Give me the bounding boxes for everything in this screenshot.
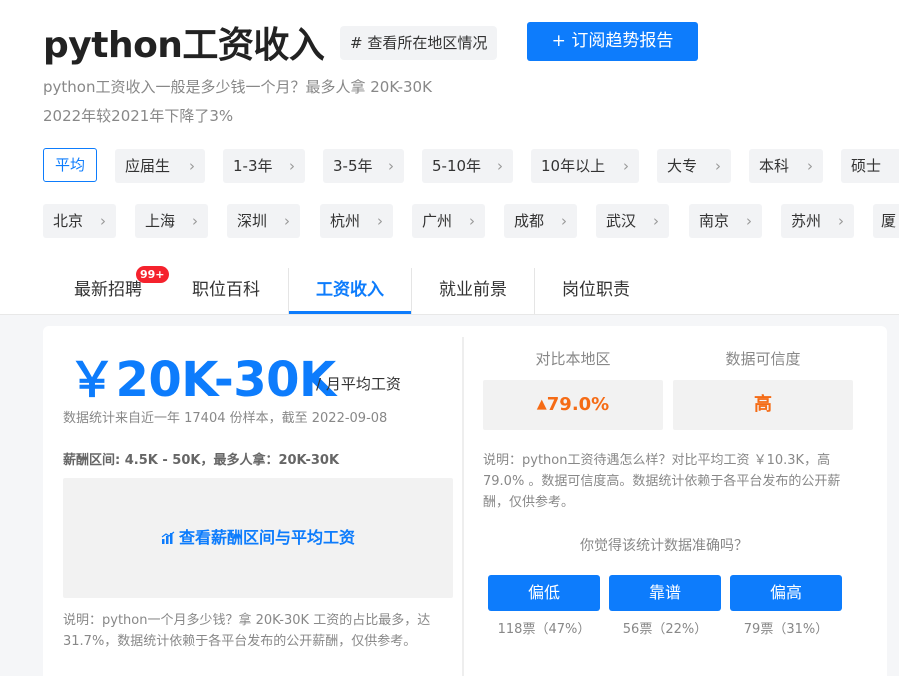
- filter-average[interactable]: 平均: [43, 148, 97, 182]
- city-suzhou[interactable]: 苏州 ›: [781, 204, 854, 238]
- view-salary-range-link[interactable]: 查看薪酬区间与平均工资: [63, 478, 453, 598]
- subscribe-report-button[interactable]: + 订阅趋势报告: [527, 22, 698, 61]
- city-wuhan[interactable]: 武汉 ›: [596, 204, 669, 238]
- filter-10-plus-years[interactable]: 10年以上 ›: [531, 149, 639, 183]
- chevron-right-icon: ›: [284, 212, 290, 230]
- chevron-right-icon: ›: [388, 157, 394, 175]
- city-hangzhou[interactable]: 杭州 ›: [320, 204, 393, 238]
- new-jobs-badge: 99+: [136, 266, 169, 283]
- city-chengdu[interactable]: 成都 ›: [504, 204, 577, 238]
- vote-accurate-count: 56票（22%）: [622, 622, 708, 637]
- city-beijing[interactable]: 北京 ›: [43, 204, 116, 238]
- salary-description: 说明：python一个月多少钱？拿 20K-30K 工资的占比最多，达 31.7…: [63, 613, 431, 649]
- filter-graduate[interactable]: 应届生 ›: [115, 149, 205, 183]
- sample-note: 数据统计来自近一年 17404 份样本，截至 2022-09-08: [63, 411, 388, 426]
- city-guangzhou[interactable]: 广州 ›: [412, 204, 485, 238]
- chevron-right-icon: ›: [497, 157, 503, 175]
- vote-high-count: 79票（31%）: [743, 622, 829, 637]
- tab-job-wiki[interactable]: 职位百科: [168, 266, 284, 314]
- chevron-right-icon: ›: [561, 212, 567, 230]
- up-arrow-icon: ▲: [536, 397, 547, 412]
- chevron-right-icon: ›: [623, 157, 629, 175]
- tab-salary[interactable]: 工资收入: [289, 266, 411, 314]
- filter-bachelor[interactable]: 本科 ›: [749, 149, 823, 183]
- city-xiamen[interactable]: 厦: [873, 204, 899, 238]
- vote-low-count: 118票（47%）: [497, 622, 591, 637]
- chevron-right-icon: ›: [653, 212, 659, 230]
- trend-summary-text: 2022年较2021年下降了3%: [43, 107, 234, 125]
- comparison-description: 说明：python工资待遇怎么样？对比平均工资 ￥10.3K，高 79.0% 。…: [483, 453, 841, 510]
- city-shanghai[interactable]: 上海 ›: [135, 204, 208, 238]
- chevron-right-icon: ›: [746, 212, 752, 230]
- vote-high-button[interactable]: 偏高: [730, 575, 842, 611]
- vote-low-button[interactable]: 偏低: [488, 575, 600, 611]
- tab-job-duties[interactable]: 岗位职责: [535, 266, 657, 314]
- accuracy-question: 你觉得该统计数据准确吗？: [580, 538, 748, 554]
- chevron-right-icon: ›: [807, 157, 813, 175]
- city-shenzhen[interactable]: 深圳 ›: [227, 204, 300, 238]
- chevron-right-icon: ›: [189, 157, 195, 175]
- view-region-button[interactable]: # 查看所在地区情况: [340, 26, 498, 60]
- vote-accurate-button[interactable]: 靠谱: [609, 575, 721, 611]
- chevron-right-icon: ›: [838, 212, 844, 230]
- header-section: python工资收入 # 查看所在地区情况 + 订阅趋势报告 python工资收…: [0, 0, 899, 316]
- filter-1-3-years[interactable]: 1-3年 ›: [223, 149, 305, 183]
- compare-region-label: 对比本地区: [535, 350, 611, 368]
- chevron-right-icon: ›: [715, 157, 721, 175]
- chevron-right-icon: ›: [377, 212, 383, 230]
- data-trust-value: 高: [673, 380, 853, 430]
- chevron-right-icon: ›: [289, 157, 295, 175]
- salary-range-note: 薪酬区间: 4.5K - 50K，最多人拿：20K-30K: [63, 453, 340, 468]
- bar-chart-icon: [161, 531, 175, 544]
- chevron-right-icon: ›: [100, 212, 106, 230]
- tab-career-outlook[interactable]: 就业前景: [412, 266, 534, 314]
- data-trust-label: 数据可信度: [725, 350, 801, 368]
- page-title: python工资收入: [43, 25, 325, 66]
- salary-chart-placeholder: 查看薪酬区间与平均工资: [63, 478, 453, 598]
- average-salary: ￥20K-30K: [68, 352, 336, 408]
- chevron-right-icon: ›: [469, 212, 475, 230]
- compare-region-value: ▲79.0%: [483, 380, 663, 430]
- filter-3-5-years[interactable]: 3-5年 ›: [323, 149, 404, 183]
- chevron-right-icon: ›: [192, 212, 198, 230]
- city-nanjing[interactable]: 南京 ›: [689, 204, 762, 238]
- filter-associate-degree[interactable]: 大专 ›: [657, 149, 731, 183]
- card-divider: [462, 337, 464, 676]
- salary-summary-text: python工资收入一般是多少钱一个月？最多人拿 20K-30K: [43, 78, 432, 96]
- salary-unit: / 月平均工资: [316, 375, 401, 393]
- filter-master[interactable]: 硕士: [841, 149, 899, 183]
- filter-5-10-years[interactable]: 5-10年 ›: [422, 149, 513, 183]
